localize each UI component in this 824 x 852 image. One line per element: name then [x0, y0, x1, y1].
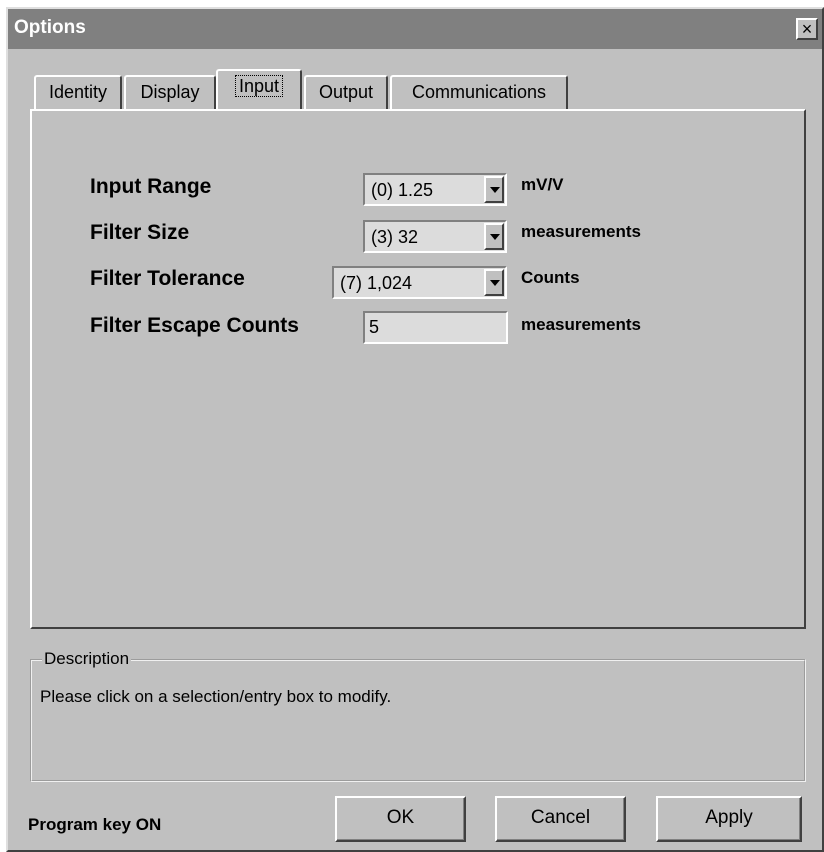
- filter-tolerance-unit: Counts: [521, 268, 580, 287]
- filter-tolerance-select[interactable]: (7) 1,024: [332, 266, 507, 299]
- cancel-button[interactable]: Cancel: [495, 796, 626, 842]
- filter-escape-counts-unit: measurements: [521, 315, 642, 334]
- description-text: Please click on a selection/entry box to…: [40, 687, 392, 706]
- tab-identity[interactable]: Identity: [34, 75, 122, 109]
- tab-input[interactable]: Input: [216, 69, 302, 109]
- filter-size-label: Filter Size: [90, 221, 190, 244]
- chevron-down-icon[interactable]: [484, 269, 504, 296]
- window-title: Options: [14, 17, 86, 38]
- filter-tolerance-label: Filter Tolerance: [90, 267, 245, 290]
- filter-size-value: (3) 32: [371, 227, 419, 247]
- ok-button[interactable]: OK: [335, 796, 466, 842]
- options-dialog: Options × Identity Display Input Output …: [6, 7, 824, 852]
- program-key-status: Program key ON: [28, 815, 162, 834]
- filter-escape-counts-label: Filter Escape Counts: [90, 314, 299, 337]
- tab-label: Input: [234, 75, 284, 97]
- filter-tolerance-value: (7) 1,024: [340, 273, 413, 293]
- tab-output[interactable]: Output: [304, 75, 388, 109]
- tab-label: Communications: [411, 82, 547, 102]
- title-bar[interactable]: Options ×: [8, 9, 822, 49]
- filter-size-unit: measurements: [521, 222, 642, 241]
- filter-size-select[interactable]: (3) 32: [363, 220, 507, 253]
- input-range-value: (0) 1.25: [371, 180, 434, 200]
- close-icon: ×: [801, 19, 813, 39]
- tab-communications[interactable]: Communications: [390, 75, 568, 109]
- tab-label: Identity: [48, 82, 108, 102]
- input-range-select[interactable]: (0) 1.25: [363, 173, 507, 206]
- close-button[interactable]: ×: [796, 18, 818, 40]
- apply-button[interactable]: Apply: [656, 796, 802, 842]
- chevron-down-icon[interactable]: [484, 223, 504, 250]
- description-title: Description: [42, 649, 132, 669]
- description-group: Description Please click on a selection/…: [30, 649, 806, 782]
- tab-display[interactable]: Display: [124, 75, 216, 109]
- input-tab-panel: Input Range (0) 1.25 mV/V Filter Size (3…: [30, 109, 806, 629]
- tab-label: Display: [140, 82, 200, 102]
- filter-escape-counts-input[interactable]: 5: [363, 311, 508, 344]
- input-range-label: Input Range: [90, 175, 212, 198]
- tab-label: Output: [318, 82, 374, 102]
- input-range-unit: mV/V: [521, 175, 564, 194]
- chevron-down-icon[interactable]: [484, 176, 504, 203]
